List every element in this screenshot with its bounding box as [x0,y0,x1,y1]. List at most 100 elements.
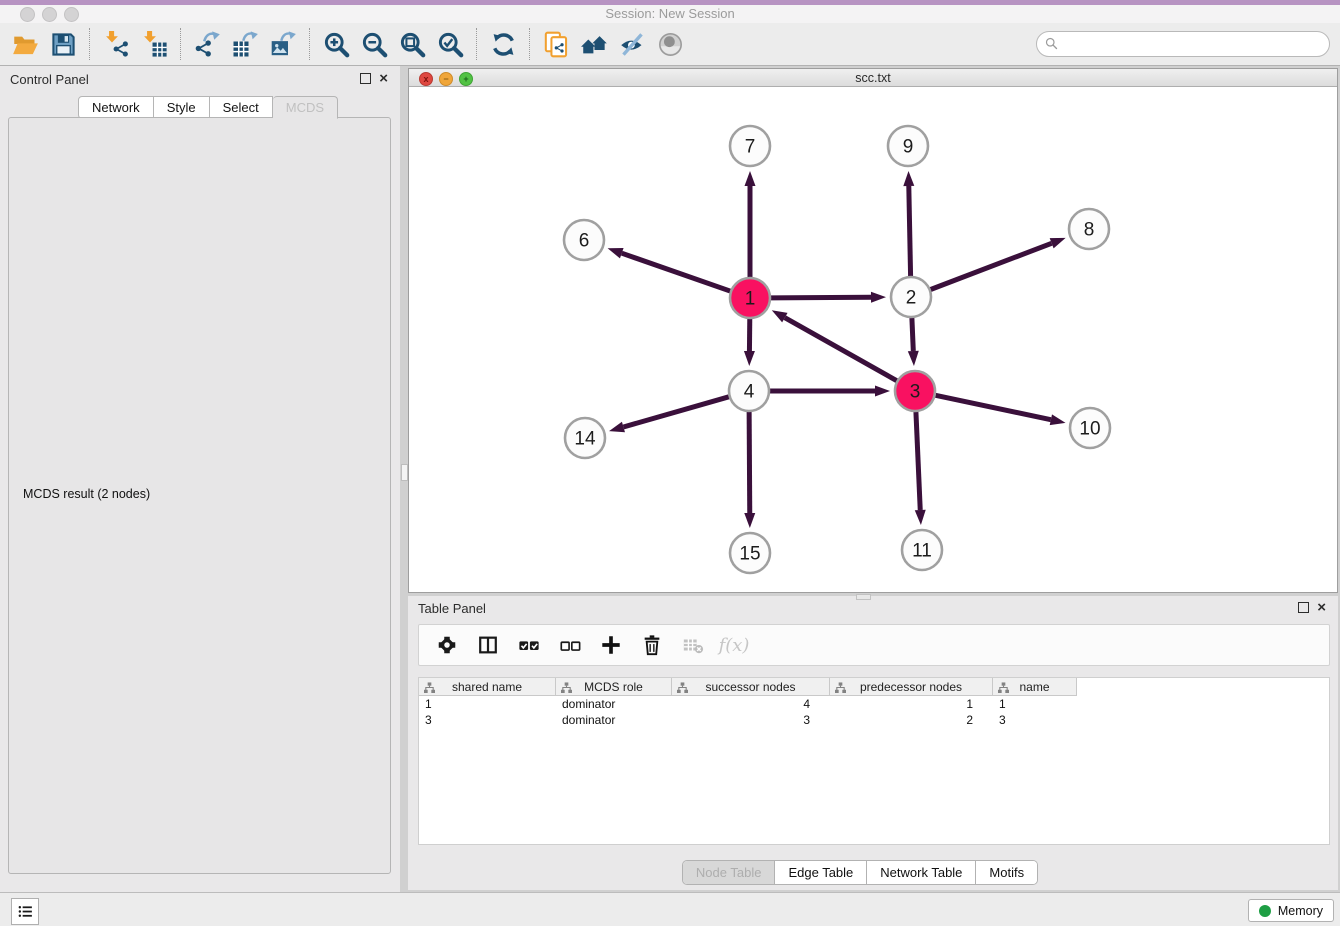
tree-sort-icon [561,682,572,693]
cell-shared-name[interactable]: 1 [419,696,556,712]
select-all-button[interactable] [516,632,542,658]
edge-2-8[interactable] [931,243,1052,289]
mcds-result-legend: MCDS result (2 nodes) [20,487,153,501]
horizontal-splitter-grip-icon[interactable] [856,594,871,600]
edge-3-11[interactable] [916,412,920,510]
close-icon[interactable]: × [1317,602,1326,613]
zoom-out-button[interactable] [358,26,391,62]
tab-style[interactable]: Style [154,96,210,119]
network-close-icon[interactable]: x [419,72,433,86]
tree-sort-icon [835,682,846,693]
refresh-network-button[interactable] [487,26,520,62]
columns-button[interactable] [475,632,501,658]
edge-3-1[interactable] [785,318,897,381]
node-4[interactable]: 4 [729,371,769,411]
edge-3-10[interactable] [936,395,1051,419]
tab-select[interactable]: Select [210,96,273,119]
cell-mcds-role[interactable]: dominator [556,696,672,712]
tab-network[interactable]: Network [78,96,154,119]
cell-shared-name[interactable]: 3 [419,712,556,728]
zoom-fit-button[interactable] [396,26,429,62]
zoom-selected-button[interactable] [434,26,467,62]
cell-name[interactable]: 1 [993,696,1077,712]
clone-network-button[interactable] [540,26,573,62]
export-table-button[interactable] [229,26,262,62]
gear-button[interactable] [434,632,460,658]
float-icon[interactable] [360,73,371,84]
export-image-button[interactable] [267,26,300,62]
column-header-successor-nodes[interactable]: successor nodes [672,678,830,696]
column-header-shared-name[interactable]: shared name [419,678,556,696]
delete-row-button[interactable] [639,632,665,658]
import-table-button[interactable] [138,26,171,62]
save-session-button[interactable] [47,26,80,62]
table-toolbar: f(x) [418,624,1330,666]
node-15[interactable]: 15 [730,533,770,573]
table-row[interactable]: 1dominator411 [419,696,1329,712]
cell-mcds-role[interactable]: dominator [556,712,672,728]
add-row-icon [600,634,622,656]
tab-node-table[interactable]: Node Table [683,861,775,884]
vertical-splitter[interactable] [400,66,408,892]
column-header-mcds-role[interactable]: MCDS role [556,678,672,696]
node-7[interactable]: 7 [730,126,770,166]
table-row[interactable]: 3dominator323 [419,712,1329,728]
cell-predecessor-nodes[interactable]: 2 [830,712,993,728]
node-9[interactable]: 9 [888,126,928,166]
column-header-name[interactable]: name [993,678,1077,696]
edge-2-9[interactable] [909,186,911,276]
column-label: shared name [452,680,522,694]
float-icon[interactable] [1298,602,1309,613]
zoom-in-button[interactable] [320,26,353,62]
zoom-fit-icon [399,31,426,58]
network-window-titlebar[interactable]: x − + scc.txt [409,69,1337,87]
cell-successor-nodes[interactable]: 4 [672,696,830,712]
edge-4-15[interactable] [749,412,750,513]
home-view-button[interactable] [578,26,611,62]
tab-edge-table[interactable]: Edge Table [774,861,866,884]
memory-button[interactable]: Memory [1248,899,1334,922]
table-panel: Table Panel × f(x) shared nameMCDS roles… [408,596,1338,890]
tab-network-table[interactable]: Network Table [866,861,975,884]
save-session-icon [50,31,77,58]
console-button[interactable] [11,898,39,925]
tab-mcds[interactable]: MCDS [273,96,338,119]
edge-1-2[interactable] [771,297,871,298]
node-8[interactable]: 8 [1069,209,1109,249]
open-session-icon [12,31,39,58]
network-minimize-icon[interactable]: − [439,72,453,86]
cell-name[interactable]: 3 [993,712,1077,728]
column-label: name [1019,680,1049,694]
edge-4-14[interactable] [623,397,728,427]
node-1[interactable]: 1 [730,278,770,318]
node-6-label: 6 [579,231,590,252]
edge-2-3[interactable] [912,318,913,351]
tree-sort-icon [424,682,435,693]
network-canvas[interactable]: 7 9 6 8 1 2 4 3 14 10 15 11 [409,87,1337,592]
export-network-button[interactable] [191,26,224,62]
edge-1-6[interactable] [622,253,730,291]
add-row-button[interactable] [598,632,624,658]
eye-disabled-icon [657,31,684,58]
cell-predecessor-nodes[interactable]: 1 [830,696,993,712]
node-10[interactable]: 10 [1070,408,1110,448]
deselect-all-button[interactable] [557,632,583,658]
import-network-button[interactable] [100,26,133,62]
tab-motifs[interactable]: Motifs [975,861,1037,884]
column-header-predecessor-nodes[interactable]: predecessor nodes [830,678,993,696]
search-input[interactable] [1036,31,1330,57]
select-all-icon [518,634,540,656]
splitter-grip-icon[interactable] [401,464,408,481]
show-hide-graphics-button[interactable] [616,26,649,62]
export-network-icon [194,31,221,58]
node-11[interactable]: 11 [902,530,942,570]
node-3[interactable]: 3 [895,371,935,411]
node-14[interactable]: 14 [565,418,605,458]
node-6[interactable]: 6 [564,220,604,260]
close-icon[interactable]: × [379,73,388,84]
open-session-button[interactable] [9,26,42,62]
cell-successor-nodes[interactable]: 3 [672,712,830,728]
eye-disabled-button[interactable] [654,26,687,62]
node-2[interactable]: 2 [891,277,931,317]
network-zoom-icon[interactable]: + [459,72,473,86]
